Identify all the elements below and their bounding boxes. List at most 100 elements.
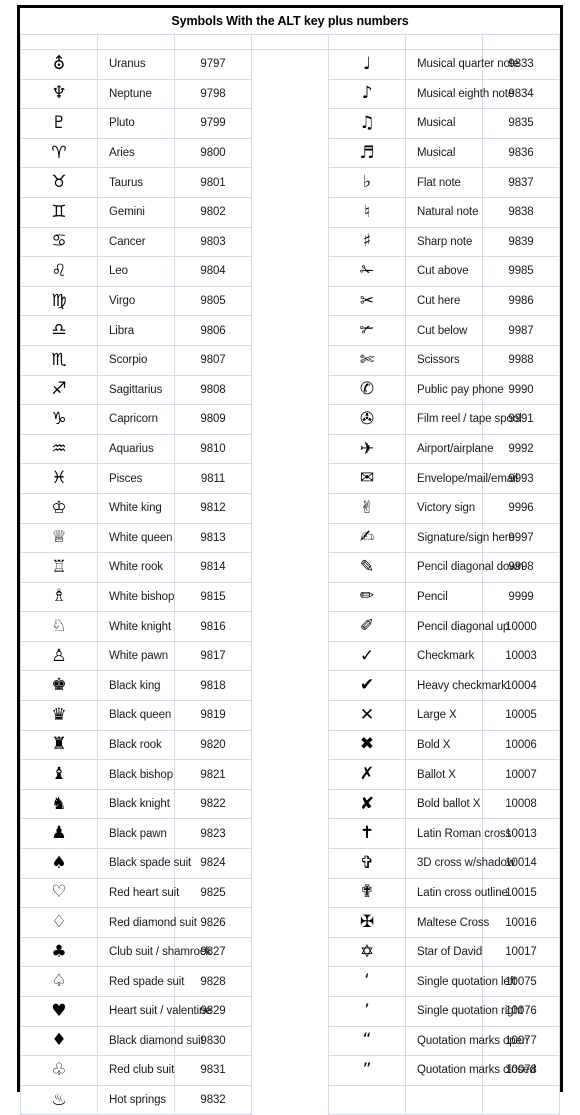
left-name-cell: Uranus bbox=[97, 49, 175, 80]
symbol-glyph: ✏ bbox=[359, 586, 375, 607]
right-code-cell: 10005 bbox=[482, 700, 560, 731]
symbol-glyph: ♗ bbox=[51, 586, 67, 607]
symbol-name: Pencil diagonal down bbox=[417, 561, 524, 574]
symbol-code: 9813 bbox=[200, 531, 226, 544]
symbol-glyph: ✉ bbox=[359, 468, 375, 489]
table-row: ♊ Gemini 9802 ♮ Natural note 9838 bbox=[20, 196, 560, 228]
left-symbol-cell: ♛ bbox=[20, 700, 98, 731]
left-symbol-cell: ♧ bbox=[20, 1055, 98, 1086]
right-code-cell: 10008 bbox=[482, 788, 560, 820]
symbol-name: Club suit / shamrock bbox=[109, 946, 212, 959]
left-code-cell: 9800 bbox=[174, 137, 252, 169]
column-gap bbox=[251, 700, 329, 731]
symbol-glyph: ♬ bbox=[359, 142, 375, 163]
right-symbol-cell: ✆ bbox=[328, 374, 406, 406]
symbol-code: 9816 bbox=[200, 620, 226, 633]
symbol-glyph: ✔ bbox=[359, 675, 375, 696]
page-title: Symbols With the ALT key plus numbers bbox=[20, 8, 560, 35]
symbol-code: 9992 bbox=[508, 443, 534, 456]
column-gap bbox=[251, 34, 329, 50]
symbol-code: 9839 bbox=[508, 235, 534, 248]
right-name-cell: Pencil diagonal down bbox=[405, 552, 524, 583]
symbol-glyph: ♒ bbox=[51, 438, 67, 459]
left-symbol-cell: ♍ bbox=[20, 285, 98, 317]
column-gap bbox=[251, 966, 329, 997]
symbol-code: 9804 bbox=[200, 265, 226, 278]
left-code-cell: 9810 bbox=[174, 433, 252, 465]
symbol-name: Musical bbox=[417, 117, 456, 130]
symbol-glyph: ♧ bbox=[51, 1059, 67, 1080]
left-name-cell: Pluto bbox=[97, 108, 175, 139]
table-row: ♨ Hot springs 9832 bbox=[20, 1084, 560, 1115]
left-name-cell: Cancer bbox=[97, 226, 175, 258]
symbol-name: Gemini bbox=[109, 206, 145, 219]
right-code-cell: 10017 bbox=[482, 936, 560, 968]
right-code-cell: 9992 bbox=[482, 433, 560, 465]
symbol-name: Musical eighth note bbox=[417, 87, 515, 100]
right-symbol-cell: “ bbox=[328, 1025, 406, 1057]
left-code-cell: 9831 bbox=[174, 1055, 252, 1086]
symbol-glyph: ⛢ bbox=[52, 53, 66, 74]
column-gap bbox=[251, 138, 329, 168]
left-name-cell: Virgo bbox=[97, 285, 175, 317]
right-name-cell: Pencil diagonal up bbox=[405, 611, 509, 642]
left-name-cell: Red spade suit bbox=[97, 966, 184, 997]
symbol-name: Envelope/mail/email bbox=[417, 472, 519, 485]
left-symbol-cell: ♈ bbox=[20, 137, 98, 169]
symbol-name: Airport/airplane bbox=[417, 443, 494, 456]
column-gap bbox=[251, 79, 329, 109]
right-symbol-cell: ✎ bbox=[328, 552, 406, 583]
table-row: ♟ Black pawn 9823 ✝ Latin Roman cross 10013 bbox=[20, 818, 560, 850]
table-row: ♥ Heart suit / valentine 9829’ Single quota… bbox=[20, 996, 560, 1027]
symbol-code: 9820 bbox=[200, 738, 226, 751]
symbol-name: White queen bbox=[109, 531, 173, 544]
table-row: ♡ Red heart suit 9825 ✟ Latin cross outline 1… bbox=[20, 877, 560, 909]
left-name-cell: Pisces bbox=[97, 463, 175, 494]
left-symbol-cell: ♠ bbox=[20, 848, 98, 879]
symbol-name: Natural note bbox=[417, 206, 479, 219]
right-name-cell: Airport/airplane bbox=[405, 433, 494, 465]
symbol-name: Single quotation left bbox=[417, 975, 516, 988]
left-symbol-cell: ♙ bbox=[20, 640, 98, 672]
left-symbol-cell: ♇ bbox=[20, 108, 98, 139]
symbol-glyph: ✌ bbox=[359, 497, 375, 518]
left-code-cell: 9798 bbox=[174, 78, 252, 110]
symbol-code: 9805 bbox=[200, 295, 226, 308]
right-symbol-cell: ✡ bbox=[328, 936, 406, 968]
symbol-glyph: ✂ bbox=[359, 290, 375, 311]
symbol-glyph: ✄ bbox=[359, 349, 375, 370]
symbol-name: 3D cross w/shadow bbox=[417, 857, 516, 870]
left-name-cell: Hot springs bbox=[97, 1084, 175, 1115]
right-name-cell: Sharp note bbox=[405, 226, 483, 258]
symbol-name: Sagittarius bbox=[109, 383, 163, 396]
symbol-code: 9835 bbox=[508, 117, 534, 130]
symbol-code: 9818 bbox=[200, 679, 226, 692]
left-name-cell: Libra bbox=[97, 315, 175, 346]
left-code-cell: 9818 bbox=[174, 670, 252, 702]
left-name-cell: White bishop bbox=[97, 581, 175, 613]
right-name-cell: Single quotation left bbox=[405, 966, 516, 997]
left-name-cell: Red heart suit bbox=[97, 877, 179, 909]
left-code-cell: 9808 bbox=[174, 374, 252, 406]
right-symbol-cell: ✄ bbox=[328, 344, 406, 376]
left-code-cell: 9812 bbox=[174, 492, 252, 524]
symbol-glyph: ♛ bbox=[51, 704, 67, 725]
left-code-cell: 9819 bbox=[174, 700, 252, 731]
left-code-cell: 9802 bbox=[174, 196, 252, 228]
symbol-glyph: ♨ bbox=[51, 1089, 67, 1110]
left-name-cell: White pawn bbox=[97, 640, 175, 672]
symbol-name: Sharp note bbox=[417, 235, 473, 248]
symbol-name: Latin Roman cross bbox=[417, 827, 512, 840]
right-code-cell: 9987 bbox=[482, 315, 560, 346]
symbol-glyph: ✘ bbox=[359, 793, 375, 814]
symbol-code: 10003 bbox=[505, 650, 537, 663]
left-symbol-cell: ♔ bbox=[20, 492, 98, 524]
left-name-cell: Club suit / shamrock bbox=[97, 936, 212, 968]
right-symbol-cell: ✗ bbox=[328, 759, 406, 790]
left-code-cell: 9832 bbox=[174, 1084, 252, 1115]
left-code-cell: 9820 bbox=[174, 729, 252, 761]
symbol-glyph: ‘ bbox=[364, 971, 370, 992]
symbol-name: Scorpio bbox=[109, 354, 148, 367]
symbol-glyph: ♖ bbox=[51, 556, 67, 577]
left-name-cell: Heart suit / valentine bbox=[97, 996, 212, 1027]
